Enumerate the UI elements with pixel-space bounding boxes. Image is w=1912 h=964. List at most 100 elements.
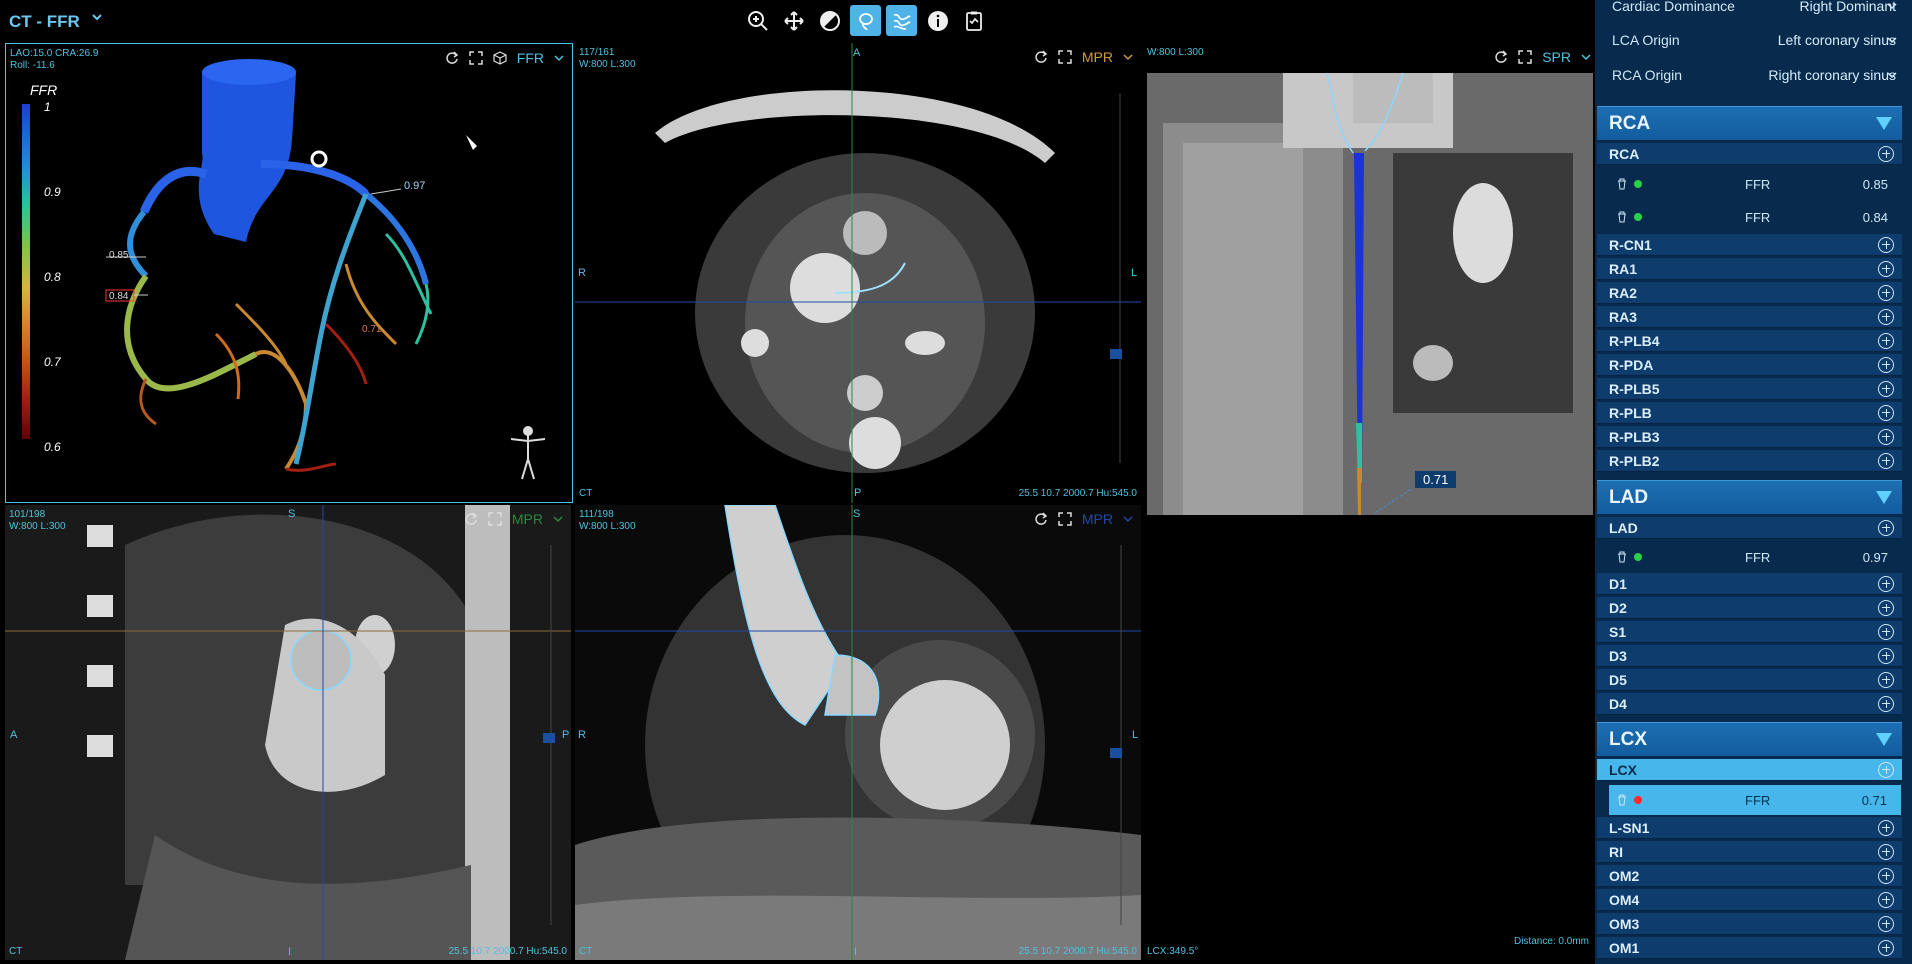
vessel-item[interactable]: R-PLB3: [1597, 426, 1902, 448]
add-icon[interactable]: [1878, 308, 1894, 325]
app-title[interactable]: CT - FFR: [9, 12, 80, 32]
vessel-item[interactable]: OM4: [1597, 889, 1902, 911]
refresh-icon[interactable]: [1494, 50, 1508, 64]
viewer-axial-mpr[interactable]: 117/161 W:800 L:300 MPR A R L P CT 25.5 …: [575, 43, 1141, 503]
collapse-triangle-icon[interactable]: [1876, 733, 1892, 746]
vessel-item[interactable]: R-PDA: [1597, 354, 1902, 376]
vessel-icon[interactable]: [886, 5, 917, 36]
vessel-item[interactable]: RA3: [1597, 306, 1902, 328]
view-mode-label[interactable]: SPR: [1542, 49, 1571, 65]
vessel-item[interactable]: OM3: [1597, 913, 1902, 935]
trash-icon[interactable]: [1617, 178, 1627, 190]
lasso-icon[interactable]: [850, 5, 881, 36]
vessel-item[interactable]: OM1: [1597, 937, 1902, 959]
add-icon[interactable]: [1878, 915, 1894, 932]
vessel-item[interactable]: RI: [1597, 841, 1902, 863]
vessel-item[interactable]: R-PLB4: [1597, 330, 1902, 352]
fullscreen-icon[interactable]: [1518, 50, 1532, 64]
add-icon[interactable]: [1878, 843, 1894, 860]
viewer-coronal-mpr[interactable]: 111/198 W:800 L:300 MPR S R L I CT 25.5 …: [575, 505, 1141, 960]
add-icon[interactable]: [1878, 647, 1894, 664]
chevron-down-icon[interactable]: [1887, 35, 1897, 45]
add-icon[interactable]: [1878, 599, 1894, 616]
vessel-item[interactable]: R-PLB2: [1597, 450, 1902, 472]
measurement-row[interactable]: FFR 0.84: [1597, 202, 1902, 232]
vessel-item-lcx[interactable]: LCX: [1597, 759, 1902, 781]
group-header-lcx[interactable]: LCX: [1597, 722, 1902, 756]
fullscreen-icon[interactable]: [1058, 512, 1072, 526]
collapse-triangle-icon[interactable]: [1876, 117, 1892, 130]
vessel-item[interactable]: OM2: [1597, 865, 1902, 887]
trash-icon[interactable]: [1617, 211, 1627, 223]
info-icon[interactable]: [922, 5, 953, 36]
add-icon[interactable]: [1878, 332, 1894, 349]
add-icon[interactable]: [1878, 891, 1894, 908]
add-icon[interactable]: [1878, 404, 1894, 421]
measurement-row[interactable]: FFR 0.97: [1597, 542, 1902, 572]
add-icon[interactable]: [1878, 236, 1894, 253]
chevron-down-icon[interactable]: [1123, 52, 1133, 62]
vessel-item[interactable]: R-PLB: [1597, 402, 1902, 424]
viewer-spr[interactable]: W:800 L:300 SPR 0.71 Distance: 0.0mm LCX…: [1143, 43, 1593, 960]
zoom-icon[interactable]: [742, 5, 773, 36]
vessel-item[interactable]: D5: [1597, 669, 1902, 691]
vessel-item[interactable]: D3: [1597, 645, 1902, 667]
add-icon[interactable]: [1878, 145, 1894, 162]
pan-icon[interactable]: [778, 5, 809, 36]
view-mode-label[interactable]: MPR: [512, 511, 543, 527]
chevron-down-icon[interactable]: [91, 11, 103, 23]
trash-icon[interactable]: [1617, 551, 1627, 563]
setting-value[interactable]: Left coronary sinus: [1778, 32, 1896, 48]
chevron-down-icon[interactable]: [553, 514, 563, 524]
vessel-item[interactable]: D4: [1597, 693, 1902, 715]
refresh-icon[interactable]: [1034, 512, 1048, 526]
report-icon[interactable]: [958, 5, 989, 36]
add-icon[interactable]: [1878, 575, 1894, 592]
add-icon[interactable]: [1878, 452, 1894, 469]
vessel-item[interactable]: RA2: [1597, 282, 1902, 304]
vessel-item[interactable]: D2: [1597, 597, 1902, 619]
add-icon[interactable]: [1878, 939, 1894, 956]
viewer-3d-ffr[interactable]: LAO:15.0 CRA:26.9 Roll: -11.6 FFR FFR 1 …: [5, 43, 573, 503]
slice-slider-thumb[interactable]: [1110, 748, 1122, 758]
setting-value[interactable]: Right coronary sinus: [1768, 67, 1896, 83]
fullscreen-icon[interactable]: [1058, 50, 1072, 64]
vessel-item[interactable]: S1: [1597, 621, 1902, 643]
fullscreen-icon[interactable]: [488, 512, 502, 526]
measurement-row-selected[interactable]: FFR 0.71: [1609, 785, 1901, 815]
coronary-tree-3d[interactable]: [6, 44, 573, 503]
add-icon[interactable]: [1878, 695, 1894, 712]
vessel-item[interactable]: R-CN1: [1597, 234, 1902, 256]
refresh-icon[interactable]: [464, 512, 478, 526]
chevron-down-icon[interactable]: [1123, 514, 1133, 524]
add-icon[interactable]: [1878, 284, 1894, 301]
vessel-item[interactable]: L-SN1: [1597, 817, 1902, 839]
vessel-item[interactable]: R-PLB5: [1597, 378, 1902, 400]
chevron-down-icon[interactable]: [1581, 52, 1591, 62]
measurement-row[interactable]: FFR 0.85: [1597, 169, 1902, 199]
trash-icon[interactable]: [1617, 794, 1627, 806]
window-level-icon[interactable]: [814, 5, 845, 36]
add-icon[interactable]: [1878, 671, 1894, 688]
vessel-item-rca[interactable]: RCA: [1597, 143, 1902, 165]
view-mode-label[interactable]: MPR: [1082, 49, 1113, 65]
collapse-triangle-icon[interactable]: [1876, 491, 1892, 504]
vessel-item-lad[interactable]: LAD: [1597, 517, 1902, 539]
group-header-rca[interactable]: RCA: [1597, 106, 1902, 140]
add-icon[interactable]: [1878, 519, 1894, 536]
add-icon[interactable]: [1878, 260, 1894, 277]
setting-row[interactable]: RCA Origin Right coronary sinus: [1612, 67, 1902, 83]
add-icon[interactable]: [1878, 380, 1894, 397]
add-icon[interactable]: [1878, 867, 1894, 884]
chevron-down-icon[interactable]: [1887, 1, 1897, 11]
vessel-item[interactable]: RA1: [1597, 258, 1902, 280]
group-header-lad[interactable]: LAD: [1597, 480, 1902, 514]
add-icon[interactable]: [1878, 761, 1894, 778]
viewer-sagittal-mpr[interactable]: 101/198 W:800 L:300 MPR S A P I CT 25.5 …: [5, 505, 571, 960]
view-mode-label[interactable]: MPR: [1082, 511, 1113, 527]
slice-slider-thumb[interactable]: [1110, 349, 1122, 359]
setting-value[interactable]: Right Dominant: [1800, 0, 1897, 14]
vessel-item[interactable]: D1: [1597, 573, 1902, 595]
slice-slider-thumb[interactable]: [543, 733, 555, 743]
chevron-down-icon[interactable]: [1887, 70, 1897, 80]
